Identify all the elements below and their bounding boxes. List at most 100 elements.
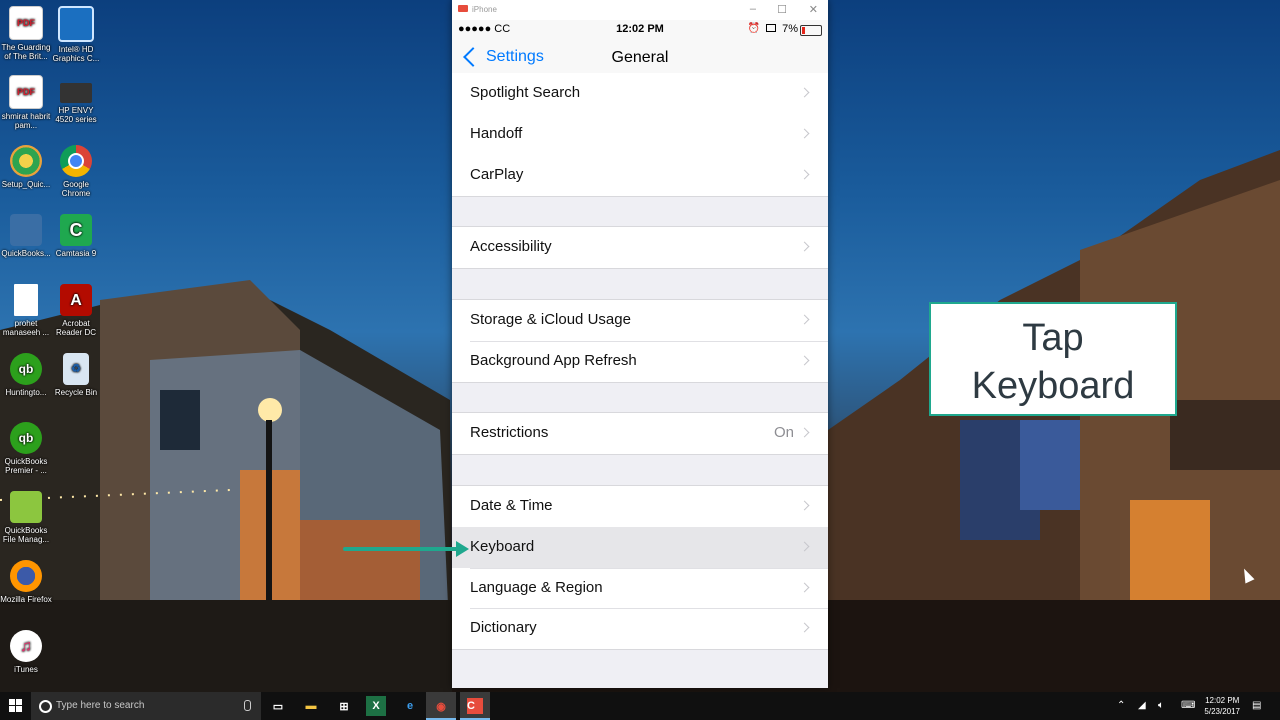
settings-row-keyboard[interactable]: Keyboard [452, 527, 828, 568]
notifications-icon[interactable]: ▤ [1252, 700, 1261, 711]
ios-status-bar: ●●●●● CC 12:02 PM ⏰ 7% [452, 20, 828, 40]
quickbooks-icon: qb [10, 353, 42, 385]
row-label: Keyboard [470, 538, 535, 555]
instruction-callout: Tap Keyboard [929, 302, 1177, 416]
chevron-right-icon [799, 169, 810, 180]
task-view-icon[interactable]: ▭ [268, 696, 288, 716]
file-manager-icon [10, 491, 42, 523]
settings-row-restrictions[interactable]: Restrictions On [452, 413, 828, 454]
desktop-icon[interactable]: qb QuickBooks Premier - ... [0, 422, 52, 475]
group-divider [452, 196, 828, 197]
volume-icon[interactable]: 🔈︎ [1158, 700, 1164, 711]
chevron-right-icon [799, 541, 810, 552]
pointer-arrow-head [456, 541, 469, 557]
recycle-bin-icon: ♻ [63, 353, 89, 385]
row-divider [470, 341, 828, 342]
battery-percent: 7% [782, 23, 798, 35]
chevron-right-icon [799, 87, 810, 98]
page-title: General [611, 49, 669, 66]
desktop-icon[interactable]: HP ENVY 4520 series [50, 75, 102, 124]
desktop-icon[interactable]: PDF The Guarding of The Brit... [0, 6, 52, 61]
settings-row-language-region[interactable]: Language & Region [452, 568, 828, 609]
settings-row-dictionary[interactable]: Dictionary [452, 608, 828, 649]
taskbar-app-reflector[interactable]: ◉ [426, 692, 456, 720]
desktop-icon[interactable]: QuickBooks... [0, 214, 52, 258]
desktop-icon[interactable]: prohet manaseeh ... [0, 284, 52, 337]
desktop-icon[interactable]: Mozilla Firefox [0, 560, 52, 604]
desktop-icon[interactable]: C Camtasia 9 [50, 214, 102, 258]
quickbooks-icon: qb [10, 422, 42, 454]
alarm-icon: ⏰ [747, 23, 760, 34]
settings-row-date-time[interactable]: Date & Time [452, 486, 828, 527]
settings-row-accessibility[interactable]: Accessibility [452, 227, 828, 268]
row-divider [470, 568, 828, 569]
store-icon[interactable]: ⊞ [334, 696, 354, 716]
row-label: Date & Time [470, 497, 553, 514]
group-divider [452, 649, 828, 650]
close-icon[interactable]: ✕ [809, 3, 818, 16]
desktop-icon[interactable]: qb Huntingto... [0, 353, 52, 397]
row-label: Language & Region [470, 579, 603, 596]
windows-start-icon[interactable] [9, 699, 23, 713]
taskbar-clock[interactable]: 12:02 PM 5/23/2017 [1204, 695, 1240, 717]
desktop-icon[interactable]: PDF shmirat habrit pam... [0, 75, 52, 130]
maximize-icon[interactable]: ☐ [777, 3, 787, 16]
show-hidden-icons-icon[interactable]: ⌃ [1117, 700, 1125, 711]
row-detail-value: On [773, 424, 794, 441]
desktop-icon-label: Recycle Bin [54, 388, 98, 397]
battery-icon [800, 25, 822, 36]
reflector-icon: ◉ [436, 700, 446, 713]
chevron-right-icon [799, 427, 810, 438]
row-label: Dictionary [470, 619, 537, 636]
itunes-icon: ♫ [10, 630, 42, 662]
settings-row-background-app-refresh[interactable]: Background App Refresh [452, 341, 828, 382]
settings-row-spotlight-search[interactable]: Spotlight Search [452, 73, 828, 114]
document-icon [14, 284, 38, 316]
desktop-icon-label: Camtasia 9 [55, 249, 97, 258]
desktop-icon[interactable]: QuickBooks File Manag... [0, 491, 52, 544]
row-label: Spotlight Search [470, 84, 581, 101]
desktop-icon[interactable]: A Acrobat Reader DC [50, 284, 102, 337]
windows-taskbar: Type here to search ▭ ▬ ⊞ X e ◉ C ⌃ ◢ 🔈︎… [0, 692, 1280, 720]
intel-graphics-icon [58, 6, 94, 42]
search-placeholder: Type here to search [56, 700, 145, 711]
taskbar-search-box[interactable]: Type here to search [31, 692, 261, 720]
callout-line-1: Tap [1022, 317, 1084, 359]
acrobat-icon: A [60, 284, 92, 316]
chevron-right-icon [799, 241, 810, 252]
chevron-right-icon [799, 355, 810, 366]
pdf-icon: PDF [9, 75, 43, 109]
desktop-icon-label: The Guarding of The Brit... [1, 43, 51, 61]
desktop-icon[interactable]: Intel® HD Graphics C... [50, 6, 102, 63]
desktop-icon-label: shmirat habrit pam... [1, 112, 51, 130]
window-title: iPhone [472, 5, 497, 14]
group-divider [452, 454, 828, 455]
excel-icon[interactable]: X [366, 696, 386, 716]
desktop-icon[interactable]: Setup_Quic... [0, 145, 52, 189]
settings-row-storage[interactable]: Storage & iCloud Usage [452, 300, 828, 341]
window-titlebar[interactable]: iPhone – ☐ ✕ [452, 0, 828, 20]
chevron-right-icon [799, 582, 810, 593]
settings-row-carplay[interactable]: CarPlay [452, 155, 828, 196]
minimize-icon[interactable]: – [750, 3, 756, 15]
chevron-right-icon [799, 128, 810, 139]
iphone-window: iPhone – ☐ ✕ ●●●●● CC 12:02 PM ⏰ 7% Sett… [452, 0, 828, 688]
settings-row-handoff[interactable]: Handoff [452, 114, 828, 155]
screen-mirroring-icon [766, 24, 776, 32]
desktop-icon[interactable]: ♻ Recycle Bin [50, 353, 102, 397]
desktop-icon-label: Huntingto... [5, 388, 47, 397]
keyboard-icon[interactable]: ⌨ [1181, 700, 1195, 711]
row-label: CarPlay [470, 166, 524, 183]
network-icon[interactable]: ◢ [1138, 700, 1146, 711]
desktop-icon[interactable]: ♫ iTunes [0, 630, 52, 674]
desktop-icon-label: QuickBooks File Manag... [2, 526, 50, 544]
taskbar-app-camtasia[interactable]: C [460, 692, 490, 720]
microphone-icon[interactable] [244, 700, 251, 711]
file-explorer-icon[interactable]: ▬ [301, 696, 321, 716]
row-divider [470, 608, 828, 609]
desktop-icon[interactable]: Google Chrome [50, 145, 102, 198]
desktop-icon-label: Intel® HD Graphics C... [52, 45, 100, 63]
clock-time: 12:02 PM [1205, 696, 1240, 705]
clock-date: 5/23/2017 [1204, 707, 1240, 716]
edge-icon[interactable]: e [400, 696, 420, 716]
